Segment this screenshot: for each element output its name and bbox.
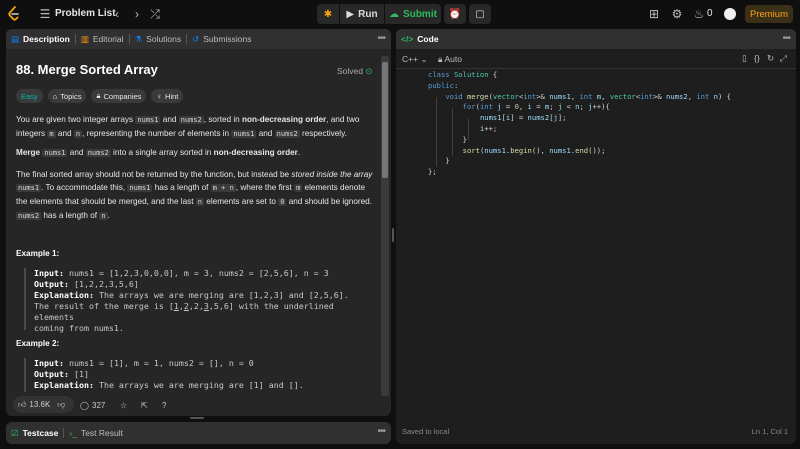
panel-resize-handle[interactable] [392, 228, 394, 242]
run-button[interactable]: ▶ Run [340, 4, 384, 24]
cloud-upload-icon: ☁ [389, 8, 400, 20]
auto-mode-toggle[interactable]: 🔒︎ Auto [438, 54, 462, 65]
comment-icon[interactable]: ◯ [80, 401, 89, 410]
checkbox-icon: ☑ [11, 427, 19, 438]
example-1-block: Input: nums1 = [1,2,3,0,0,0], m = 3, num… [24, 268, 374, 333]
bug-icon: ✱ [323, 8, 333, 20]
scrollbar-thumb[interactable] [382, 62, 388, 178]
example-1-label: Example 1: [16, 249, 60, 258]
notes-button[interactable]: ▢ [469, 4, 491, 24]
more-options-icon[interactable]: ••• [377, 33, 385, 44]
tab-test-result[interactable]: ›_ Test Result [64, 423, 128, 443]
save-status: Saved to local [402, 427, 450, 436]
document-icon: ▤ [11, 33, 20, 44]
editor-toolbar: C++ ⌄ 🔒︎ Auto ▯ {} ↻ ⤢ [396, 49, 796, 69]
tag-icon: ⌂ [52, 91, 58, 101]
chevron-down-icon: ⌄ [420, 54, 428, 64]
code-panel-header: </> Code ••• [396, 29, 796, 49]
lock-icon: 🔒︎ [438, 54, 443, 64]
testcase-panel: ☑ Testcase ›_ Test Result ••• [6, 422, 391, 444]
lock-icon: 🔒︎ [96, 91, 101, 100]
more-options-icon[interactable]: ••• [377, 426, 385, 437]
code-line-5: nums1[i] = nums2[j]; [479, 113, 567, 123]
example-2-label: Example 2: [16, 339, 60, 348]
help-icon[interactable]: ? [162, 401, 166, 410]
more-options-icon[interactable]: ••• [782, 33, 790, 44]
code-line-2: public: [428, 80, 459, 90]
like-group: 👍︎ 13.6K 👎︎ [13, 396, 74, 413]
description-scrollbar[interactable] [381, 56, 389, 396]
flask-icon: ⚗ [134, 33, 143, 44]
layout-grid-icon[interactable]: ⊞ [647, 7, 661, 21]
description-paragraph-2: Merge nums1 and nums2 into a single arra… [16, 148, 301, 157]
hint-tag[interactable]: ♀ Hint [151, 89, 184, 103]
lightbulb-icon: ♀ [156, 91, 163, 101]
premium-button[interactable]: Premium [745, 5, 793, 23]
code-line-4: for(int j = 0, i = m; j < n; j++){ [462, 102, 610, 112]
page-title: 88. Merge Sorted Array [16, 62, 158, 77]
fullscreen-icon[interactable]: ⤢ [780, 53, 787, 64]
tab-submissions[interactable]: ↺ Submissions [187, 29, 256, 49]
thumbs-up-icon[interactable]: 👍︎ [18, 400, 26, 410]
solved-status: Solved ⊙ [337, 66, 373, 76]
run-toolbar: ✱ ▶ Run ☁ Submit ⏰ ▢ [317, 4, 491, 24]
submit-button[interactable]: ☁ Submit [385, 4, 441, 24]
code-line-10: }; [428, 167, 437, 177]
check-circle-icon: ⊙ [365, 66, 373, 76]
reset-icon[interactable]: ↻ [767, 53, 774, 64]
code-line-3: void merge(vector<int>& nums1, int m, ve… [445, 91, 731, 101]
code-line-9: } [428, 156, 450, 166]
like-count: 13.6K [29, 400, 51, 409]
companies-tag[interactable]: 🔒︎ Companies [91, 89, 147, 103]
code-line-1: class Solution { [428, 70, 498, 79]
book-icon: ▥ [80, 33, 89, 44]
problem-list-icon[interactable]: ☰ [38, 7, 52, 21]
settings-gear-icon[interactable]: ⚙ [670, 7, 684, 21]
note-icon: ▢ [475, 8, 485, 20]
example-2-block: Input: nums1 = [1], m = 1, nums2 = [], n… [24, 358, 374, 392]
terminal-icon: ›_ [69, 428, 77, 438]
difficulty-badge: Easy [16, 89, 43, 103]
star-icon[interactable]: ☆ [120, 401, 127, 410]
braces-icon[interactable]: {} [754, 53, 760, 63]
streak-fire-icon[interactable]: ♨ [692, 7, 706, 21]
timer-button[interactable]: ⏰ [444, 4, 466, 24]
description-paragraph-3: The final sorted array should not be ret… [16, 170, 373, 220]
code-line-6: i++; [479, 124, 498, 133]
share-icon[interactable]: ⇱ [141, 401, 148, 410]
description-tabs: ▤ Description ▥ Editorial ⚗ Solutions ↺ Subm… [6, 29, 391, 49]
leetcode-logo-icon[interactable] [7, 6, 21, 22]
comment-count: 327 [92, 401, 106, 410]
description-paragraph-1: You are given two integer arrays nums1 a… [16, 115, 360, 138]
streak-count: 0 [707, 8, 713, 19]
topics-tag[interactable]: ⌂ Topics [47, 89, 87, 103]
tab-testcase[interactable]: ☑ Testcase [6, 423, 63, 443]
tab-description[interactable]: ▤ Description [6, 29, 75, 49]
code-brackets-icon: </> [401, 34, 414, 44]
tag-row: Easy ⌂ Topics 🔒︎ Companies ♀ Hint [16, 89, 184, 103]
tab-editorial[interactable]: ▥ Editorial [76, 29, 129, 49]
history-icon: ↺ [192, 33, 200, 44]
stats-bar: 👍︎ 13.6K 👎︎ ◯ 327 ☆ ⇱ ? [6, 396, 391, 415]
panel-resize-handle-horizontal[interactable] [190, 417, 204, 419]
next-problem-icon[interactable]: › [130, 7, 144, 21]
tab-code[interactable]: </> Code [396, 29, 444, 49]
code-line-8: sort(nums1.begin(), nums1.end()); [462, 145, 606, 155]
tab-solutions[interactable]: ⚗ Solutions [130, 29, 187, 49]
avatar[interactable] [724, 8, 736, 20]
cursor-position: Ln 1, Col 1 [751, 427, 788, 436]
alarm-clock-icon: ⏰ [448, 8, 462, 20]
language-select[interactable]: C++ ⌄ [402, 54, 428, 65]
shuffle-icon[interactable]: ⤮ [148, 7, 162, 21]
code-line-7: } [428, 134, 467, 144]
prev-problem-icon[interactable]: ‹ [110, 7, 124, 21]
problem-list-link[interactable]: Problem List [55, 8, 116, 19]
thumbs-down-icon[interactable]: 👎︎ [57, 400, 65, 410]
play-icon: ▶ [346, 8, 355, 20]
debug-button[interactable]: ✱ [317, 4, 339, 24]
bookmark-icon[interactable]: ▯ [742, 53, 747, 64]
top-bar: ☰ Problem List ‹ › ⤮ ✱ ▶ Run ☁ Submit ⏰ ▢ … [0, 0, 800, 28]
